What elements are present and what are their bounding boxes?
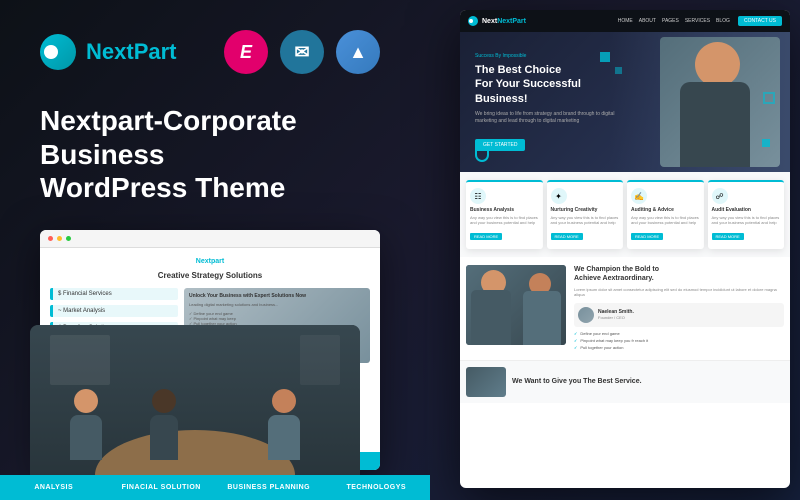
dot-yellow	[57, 236, 62, 241]
service-icon-4: ☍	[712, 188, 728, 204]
service-icon-3: ✍	[631, 188, 647, 204]
office-window-2	[300, 335, 340, 385]
nav-items: HOME ABOUT PAGES SERVICES BLOG	[618, 18, 730, 24]
hero-tag: Success By Impossible	[475, 53, 615, 59]
nav-contact-btn[interactable]: CONTACT US	[738, 16, 782, 26]
mockup-section-title: Creative Strategy Solutions	[50, 271, 370, 280]
mountain-icon: ▲	[336, 30, 380, 74]
champion-text: We Champion the Bold to Achieve Aextraor…	[574, 265, 784, 351]
mockup-brand: Nextpart	[50, 258, 370, 265]
service-desc-4: Any way you view this is to find places …	[712, 215, 781, 225]
service-btn-4[interactable]: READ MORE	[712, 233, 744, 240]
bottom-label-financial: FINACIAL SOLUTION	[108, 484, 216, 491]
meeting-content	[30, 325, 360, 500]
service-card-3: ✍ Auditing & Advice Any way you view thi…	[627, 180, 704, 249]
service-desc-1: Any way you view this is to find places …	[470, 215, 539, 225]
title-line-1: Nextpart-Corporate Business	[40, 104, 380, 171]
site-hero: Success By Impossible The Best Choice Fo…	[460, 32, 790, 172]
service-desc-2: Any way you view this is to find places …	[551, 215, 620, 225]
service-btn-3[interactable]: READ MORE	[631, 233, 663, 240]
service-btn-1[interactable]: READ MORE	[470, 233, 502, 240]
best-service-image	[466, 367, 506, 397]
service-title-1: Business Analysis	[470, 207, 539, 213]
mockup-header	[40, 230, 380, 248]
site-mockup: NextNextPart HOME ABOUT PAGES SERVICES B…	[460, 10, 790, 488]
bullet-3: ✓ Pull together your action	[574, 345, 784, 350]
service-title-4: Audit Evaluation	[712, 207, 781, 213]
bullet-2: ✓ Pinpoint what may keep you fr reach it	[574, 338, 784, 343]
brand-name-first: Next	[86, 39, 134, 64]
service-item-1: $ Financial Services	[50, 288, 178, 300]
bullet-1: ✓ Define your end game	[574, 331, 784, 336]
bottom-labels-bar: ANALYSIS FINACIAL SOLUTION BUSINESS PLAN…	[0, 475, 430, 500]
hero-text: Success By Impossible The Best Choice Fo…	[475, 53, 615, 151]
testimonial-role: Founder / CEO	[598, 315, 634, 320]
champion-title: We Champion the Bold to Achieve Aextraor…	[574, 265, 784, 283]
hero-description: We bring ideas to life from strategy and…	[475, 111, 615, 125]
dot-green	[66, 236, 71, 241]
logo-area: NextPart E ✉ ▲	[40, 30, 380, 74]
bottom-label-business: BUSINESS PLANNING	[215, 484, 323, 491]
site-nav: NextNextPart HOME ABOUT PAGES SERVICES B…	[460, 10, 790, 32]
figure-1	[70, 389, 102, 460]
service-icon-1: ☷	[470, 188, 486, 204]
title-line-2: WordPress Theme	[40, 171, 380, 205]
elementor-icon: E	[224, 30, 268, 74]
main-title: Nextpart-Corporate Business WordPress Th…	[40, 104, 380, 205]
service-icon-2: ✦	[551, 188, 567, 204]
plugin-icons: E ✉ ▲	[224, 30, 380, 74]
champion-bullets: ✓ Define your end game ✓ Pinpoint what m…	[574, 331, 784, 350]
service-title-3: Auditing & Advice	[631, 207, 700, 213]
office-window	[50, 335, 110, 385]
deco-square-3	[762, 139, 770, 147]
dot-red	[48, 236, 53, 241]
logo-icon	[40, 34, 76, 70]
service-btn-2[interactable]: READ MORE	[551, 233, 583, 240]
logo-text: NextPart	[86, 39, 176, 65]
hero-cta-btn[interactable]: GET STARTED	[475, 139, 525, 151]
service-item-2: ~ Market Analysis	[50, 305, 178, 317]
figure-2	[150, 389, 178, 460]
service-card-2: ✦ Nurturing Creativity Any way you view …	[547, 180, 624, 249]
champion-desc: Lorem ipsum dolor sit amet consectetur a…	[574, 287, 784, 298]
champion-image	[466, 265, 566, 345]
brand-name-second: Part	[134, 39, 177, 64]
hero-person-img	[660, 37, 780, 167]
service-card-4: ☍ Audit Evaluation Any way you view this…	[708, 180, 785, 249]
testimonial-avatar	[578, 307, 594, 323]
service-card-1: ☷ Business Analysis Any way you view thi…	[466, 180, 543, 249]
figure-3	[268, 389, 300, 460]
deco-square-2	[615, 67, 622, 74]
bottom-label-technology: TECHNOLOGYS	[323, 484, 431, 491]
hero-title: The Best Choice For Your Successful Busi…	[475, 63, 615, 106]
wordpress-icon: ✉	[280, 30, 324, 74]
meeting-image	[30, 325, 360, 500]
site-logo: NextNextPart	[482, 18, 526, 25]
deco-square-4	[763, 92, 775, 104]
best-service-section: We Want to Give you The Best Service.	[460, 360, 790, 403]
service-desc-3: Any way you view this is to find places …	[631, 215, 700, 225]
testimonial-box: Naelean Smith. Founder / CEO	[574, 303, 784, 327]
bottom-label-analysis: ANALYSIS	[0, 484, 108, 491]
best-service-title: We Want to Give you The Best Service.	[512, 378, 642, 385]
champion-section: We Champion the Bold to Achieve Aextraor…	[460, 257, 790, 359]
services-row: ☷ Business Analysis Any way you view thi…	[460, 172, 790, 257]
service-title-2: Nurturing Creativity	[551, 207, 620, 213]
testimonial-info: Naelean Smith. Founder / CEO	[598, 309, 634, 320]
